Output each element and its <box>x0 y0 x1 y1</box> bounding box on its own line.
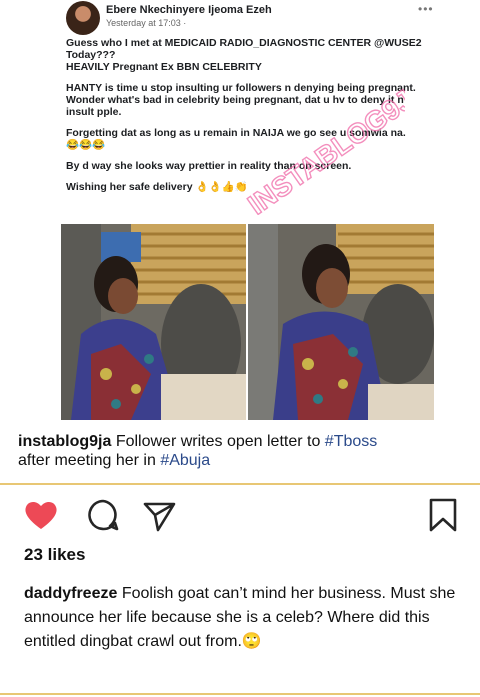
heart-filled-icon <box>25 501 57 529</box>
post-caption: instablog9ja Follower writes open letter… <box>18 432 473 470</box>
comment-button[interactable] <box>84 496 122 534</box>
embedded-post-image: Ebere Nkechinyere Ijeoma Ezeh Yesterday … <box>0 0 480 420</box>
post-author-name: Ebere Nkechinyere Ijeoma Ezeh <box>106 4 272 16</box>
hashtag-link[interactable]: #Tboss <box>325 433 377 450</box>
comment-username[interactable]: daddyfreeze <box>24 585 117 602</box>
more-options-icon: ••• <box>418 2 434 16</box>
post-line: Wonder what's bad in celebrity being pre… <box>66 94 404 106</box>
caption-username[interactable]: instablog9ja <box>18 433 111 450</box>
photo-right <box>248 224 434 420</box>
like-button[interactable] <box>22 496 60 534</box>
photo-left <box>61 224 246 420</box>
post-line: HEAVILY Pregnant Ex BBN CELEBRITY <box>66 61 262 73</box>
comment-bubble-icon <box>88 499 119 531</box>
hashtag-link[interactable]: #Abuja <box>160 452 210 469</box>
save-button[interactable] <box>424 496 462 534</box>
post-line: HANTY is time u stop insulting ur follow… <box>66 82 416 94</box>
post-timestamp: Yesterday at 17:03 · <box>106 18 187 28</box>
post-body: Guess who I met at MEDICAID RADIO_DIAGNO… <box>66 37 466 193</box>
post-line: 😂😂😂 <box>66 139 106 151</box>
post-line: Guess who I met at MEDICAID RADIO_DIAGNO… <box>66 37 422 49</box>
divider <box>0 693 480 695</box>
likes-count[interactable]: 23 likes <box>24 545 85 565</box>
caption-text: after meeting her in <box>18 452 156 469</box>
caption-text: Follower writes open letter to <box>115 433 321 450</box>
divider <box>0 483 480 485</box>
share-button[interactable] <box>140 496 178 534</box>
post-line: Wishing her safe delivery 👌👌👍👏 <box>66 181 248 193</box>
post-line: By d way she looks way prettier in reali… <box>66 160 352 172</box>
author-avatar <box>66 1 100 35</box>
paper-plane-icon <box>143 502 176 532</box>
post-line: insult pple. <box>66 106 122 118</box>
comment-item: daddyfreeze Foolish goat can’t mind her … <box>24 582 469 654</box>
bookmark-icon <box>429 498 457 532</box>
post-line: Forgetting dat as long as u remain in NA… <box>66 127 406 139</box>
post-line: Today??? <box>66 49 116 61</box>
